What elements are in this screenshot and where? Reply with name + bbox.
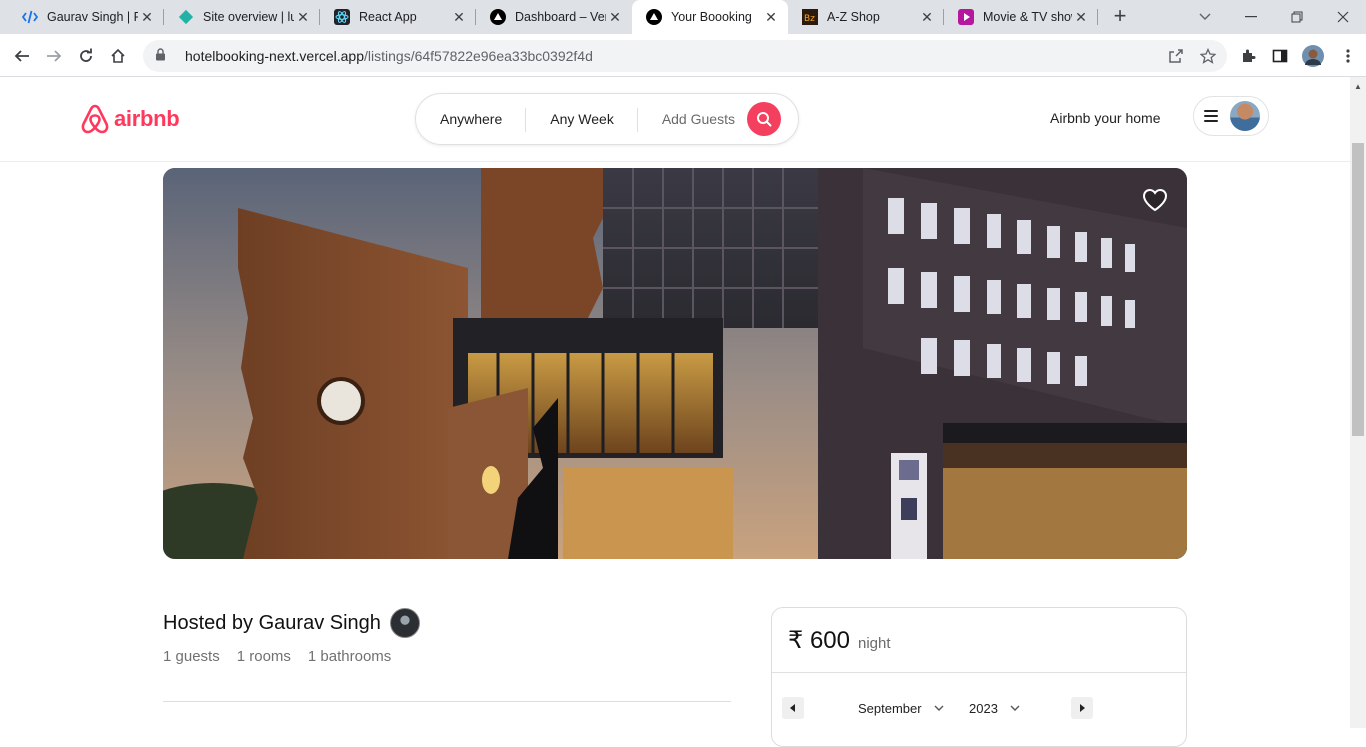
close-icon[interactable]: ✕ [1072, 8, 1090, 26]
url-host: hotelbooking-next.vercel.app [185, 48, 365, 64]
url-path: /listings/64f57822e96ea33bc0392f4d [364, 48, 593, 64]
tab-title: A-Z Shop [827, 10, 880, 24]
airbnb-logo[interactable]: airbnb [80, 103, 180, 135]
browser-tab-shop[interactable]: Bz A-Z Shop ✕ [788, 0, 944, 34]
bookmark-star-icon[interactable] [1194, 42, 1222, 70]
close-window-button[interactable] [1320, 0, 1366, 34]
tab-title: Your Boooking [671, 10, 752, 24]
site-header: airbnb Anywhere Any Week Add Guests Airb… [0, 77, 1350, 162]
caret-left-icon [790, 704, 795, 712]
close-icon[interactable]: ✕ [450, 8, 468, 26]
extensions-icon[interactable] [1234, 42, 1262, 70]
rooms-count: 1 rooms [236, 648, 291, 665]
minimize-button[interactable] [1228, 0, 1274, 34]
lock-icon [155, 48, 169, 64]
svg-text:Bz: Bz [804, 14, 815, 24]
browser-tab-movie[interactable]: Movie & TV show ✕ [944, 0, 1098, 34]
browser-menu-icon[interactable] [1334, 42, 1362, 70]
home-icon[interactable] [104, 42, 132, 70]
price-display: ₹ 600 night [788, 626, 891, 655]
reload-icon[interactable] [72, 42, 100, 70]
close-icon[interactable]: ✕ [138, 8, 156, 26]
scroll-up-arrow-icon[interactable]: ▲ [1352, 80, 1364, 92]
tab-search-icon[interactable] [1182, 0, 1228, 34]
user-menu-button[interactable] [1193, 96, 1269, 136]
caret-right-icon [1080, 704, 1085, 712]
calendar-prev-month-button[interactable] [782, 697, 804, 719]
forward-arrow-icon[interactable] [40, 42, 68, 70]
address-bar[interactable]: hotelbooking-next.vercel.app/listings/64… [143, 40, 1227, 72]
chevron-down-icon [1010, 703, 1020, 714]
search-when[interactable]: Any Week [526, 108, 638, 132]
calendar-month-value: September [858, 701, 922, 716]
booking-card: ₹ 600 night September 2023 [771, 607, 1187, 747]
react-icon [334, 9, 350, 25]
host-title-text: Hosted by Gaurav Singh [163, 611, 381, 634]
booking-divider [772, 672, 1186, 673]
tab-title: React App [359, 10, 417, 24]
shop-icon: Bz [802, 9, 818, 25]
search-icon [756, 112, 772, 127]
vercel-icon [490, 9, 506, 25]
listing-host-heading: Hosted by Gaurav Singh [163, 608, 420, 638]
listing-stats: 1 guests 1 rooms 1 bathrooms [163, 648, 391, 665]
search-where[interactable]: Anywhere [416, 108, 527, 132]
brand-wordmark: airbnb [114, 106, 180, 131]
share-icon[interactable] [1162, 42, 1190, 70]
user-avatar [1230, 101, 1260, 131]
code-icon [22, 9, 38, 25]
tab-title: Site overview | lu [203, 10, 294, 24]
hamburger-menu-icon [1204, 107, 1218, 125]
close-icon[interactable]: ✕ [918, 8, 936, 26]
price-amount: ₹ 600 [788, 627, 850, 654]
airbnb-logo-icon [81, 104, 109, 134]
bathrooms-count: 1 bathrooms [307, 648, 392, 665]
close-icon[interactable]: ✕ [606, 8, 624, 26]
airbnb-your-home-link[interactable]: Airbnb your home [1050, 110, 1161, 126]
scrollbar-thumb[interactable] [1352, 143, 1364, 436]
browser-toolbar: hotelbooking-next.vercel.app/listings/64… [0, 34, 1366, 77]
price-unit: night [857, 635, 891, 652]
netlify-icon [178, 9, 194, 25]
browser-tab-react[interactable]: React App ✕ [320, 0, 476, 34]
listing-hero-image [163, 168, 1187, 559]
tab-title: Dashboard – Verc [515, 10, 606, 24]
search-guests[interactable]: Add Guests [638, 111, 747, 127]
browser-tab-vercel-dashboard[interactable]: Dashboard – Verc ✕ [476, 0, 632, 34]
close-icon[interactable]: ✕ [762, 8, 780, 26]
browser-tab-netlify[interactable]: Site overview | lu ✕ [164, 0, 320, 34]
restore-button[interactable] [1274, 0, 1320, 34]
calendar-year-select[interactable]: 2023 [969, 701, 1020, 716]
back-arrow-icon[interactable] [8, 42, 36, 70]
close-icon[interactable]: ✕ [294, 8, 312, 26]
tab-title: Gaurav Singh | Fu [47, 10, 138, 24]
vercel-icon [646, 9, 662, 25]
new-tab-button[interactable]: + [1108, 5, 1132, 29]
profile-avatar[interactable] [1299, 42, 1327, 70]
search-bar[interactable]: Anywhere Any Week Add Guests [415, 93, 799, 145]
chevron-down-icon [934, 703, 944, 714]
tab-title: Movie & TV show [983, 10, 1072, 24]
section-divider [163, 701, 731, 702]
favorite-heart-icon[interactable] [1142, 188, 1168, 212]
calendar-month-select[interactable]: September [858, 701, 944, 716]
browser-tab-portfolio[interactable]: Gaurav Singh | Fu ✕ [8, 0, 164, 34]
browser-tab-your-booking[interactable]: Your Boooking ✕ [632, 0, 788, 34]
calendar-next-month-button[interactable] [1071, 697, 1093, 719]
guests-count: 1 guests [163, 648, 220, 665]
url-text: hotelbooking-next.vercel.app/listings/64… [185, 48, 593, 64]
search-button[interactable] [746, 102, 781, 136]
host-avatar [389, 608, 420, 638]
browser-tab-bar: Gaurav Singh | Fu ✕ Site overview | lu ✕… [0, 0, 1366, 34]
calendar-year-value: 2023 [969, 701, 998, 716]
side-panel-icon[interactable] [1266, 42, 1294, 70]
movie-icon [958, 9, 974, 25]
